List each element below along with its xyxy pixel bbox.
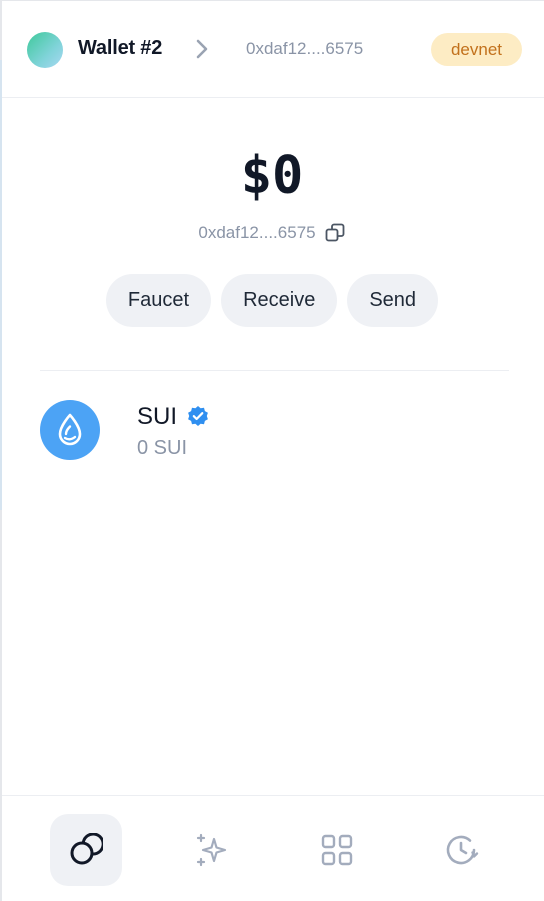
action-buttons: Faucet Receive Send — [0, 274, 544, 327]
wallet-address: 0xdaf12....6575 — [198, 223, 316, 242]
apps-grid-icon — [321, 834, 353, 866]
divider — [40, 370, 509, 371]
history-icon — [446, 835, 479, 865]
sui-drop-icon — [40, 400, 100, 460]
coin-symbol: SUI — [137, 403, 178, 430]
verified-badge-icon — [188, 406, 208, 426]
balance-amount: $0 — [240, 146, 304, 206]
nav-grid[interactable] — [301, 814, 373, 886]
nav-apps[interactable] — [176, 814, 248, 886]
nav-history[interactable] — [425, 814, 497, 886]
wallet-name[interactable]: Wallet #2 — [78, 37, 162, 60]
nav-tokens[interactable] — [50, 814, 122, 886]
tokens-icon — [70, 833, 103, 865]
bottom-nav — [2, 795, 544, 901]
header: Wallet #2 0xdaf12....6575 devnet — [2, 0, 544, 98]
faucet-button[interactable]: Faucet — [105, 274, 212, 327]
copy-icon[interactable] — [324, 222, 346, 244]
network-badge: devnet — [431, 33, 522, 66]
chevron-right-icon[interactable] — [192, 38, 212, 60]
receive-button[interactable]: Receive — [221, 274, 338, 327]
send-button[interactable]: Send — [347, 274, 439, 327]
wallet-avatar[interactable] — [27, 32, 63, 68]
address-row: 0xdaf12....6575 — [0, 222, 544, 244]
header-address[interactable]: 0xdaf12....6575 — [246, 39, 363, 59]
coin-amount: 0 SUI — [137, 437, 188, 459]
sparkle-icon — [196, 833, 227, 867]
coin-row[interactable]: SUI 0 SUI — [40, 400, 510, 462]
